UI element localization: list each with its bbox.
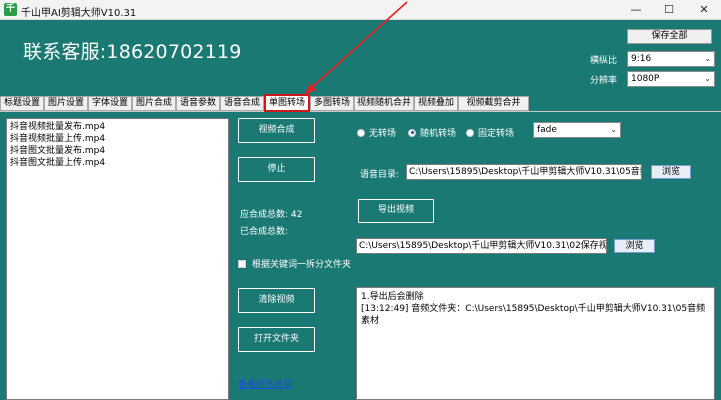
window-title: 千山甲AI剪辑大师V10.31 [21,8,137,19]
maximize-icon[interactable]: ☐ [653,0,685,20]
split-folder-label: 根据关键词一拆分文件夹 [252,260,352,270]
chevron-down-icon: ⌄ [704,74,711,83]
list-item[interactable]: 抖音图文批量发布.mp4 [10,145,225,157]
transition-effect-select[interactable]: fade ⌄ [533,122,621,138]
tab-voice-params[interactable]: 语音参数 [176,96,220,111]
aspect-ratio-select[interactable]: 9:16 ⌄ [627,51,715,67]
list-item[interactable]: 抖音视频批量上传.mp4 [10,133,225,145]
aspect-ratio-value: 9:16 [631,54,652,64]
customer-service-hotline: 联系客服:18620702119 [23,41,242,63]
resolution-value: 1080P [631,74,660,84]
tab-bar: 标题设置 图片设置 字体设置 图片合成 语音参数 语音合成 单图转场 多图转场 … [0,94,721,112]
radio-fixed-transition[interactable]: 固定转场 [466,126,514,139]
radio-label: 固定转场 [478,129,515,139]
resolution-select[interactable]: 1080P ⌄ [627,71,715,87]
aspect-ratio-label: 横纵比 [590,56,618,66]
tab-divider [0,111,721,112]
chevron-down-icon: ⌄ [704,54,711,63]
radio-selected-icon [408,128,416,137]
log-output[interactable]: 1.导出后会删除 [13:12:49] 音频文件夹：C:\Users\15895… [356,287,715,400]
transition-demo-link[interactable]: 查看转场示范 [238,377,292,390]
open-folder-button[interactable]: 打开文件夹 [238,327,315,352]
video-file-list[interactable]: 抖音视频批量发布.mp4 抖音视频批量上传.mp4 抖音图文批量发布.mp4 抖… [6,118,229,400]
log-line: 素材 [361,316,380,326]
total-to-compose: 应合成总数: 42 [240,210,303,220]
transition-effect-value: fade [537,125,557,135]
radio-circle-icon [466,128,474,137]
tab-single-image-transition[interactable]: 单图转场 [264,94,310,112]
title-bar: 千 千山甲AI剪辑大师V10.31 — ☐ ✕ [0,0,721,20]
total-composed: 已合成总数: [240,227,289,237]
chevron-down-icon: ⌄ [610,125,617,134]
checkbox-icon[interactable] [238,259,246,268]
tab-font-settings[interactable]: 字体设置 [88,96,132,111]
radio-no-transition[interactable]: 无转场 [357,126,396,139]
split-folder-checkbox[interactable]: 根据关键词一拆分文件夹 [238,257,351,270]
minimize-icon[interactable]: — [620,0,652,20]
list-item[interactable]: 抖音图文批量上传.mp4 [10,157,225,169]
list-item[interactable]: 抖音视频批量发布.mp4 [10,121,225,133]
tab-image-settings[interactable]: 图片设置 [44,96,88,111]
radio-random-transition[interactable]: 随机转场 [408,126,456,139]
log-line: 1.导出后会删除 [361,292,424,302]
tab-multi-image-transition[interactable]: 多图转场 [310,96,354,111]
stop-button[interactable]: 停止 [238,157,315,182]
export-video-button[interactable]: 导出视频 [358,199,434,223]
radio-label: 无转场 [369,129,397,139]
compose-video-button[interactable]: 视频合成 [238,118,315,143]
output-path-field[interactable]: C:\Users\15895\Desktop\千山甲剪辑大师V10.31\02保… [356,238,607,254]
voice-directory-field[interactable]: C:\Users\15895\Desktop\千山甲剪辑大师V10.31\05音… [406,164,642,180]
tab-image-compose[interactable]: 图片合成 [132,96,176,111]
browse-output-button[interactable]: 浏览 [614,239,655,253]
browse-voice-button[interactable]: 浏览 [651,165,691,179]
radio-label: 随机转场 [420,129,457,139]
voice-directory-label: 语音目录: [360,170,400,180]
tab-video-random-merge[interactable]: 视频随机合并 [354,96,414,111]
log-line: [13:12:49] 音频文件夹：C:\Users\15895\Desktop\… [361,304,706,314]
tab-voice-compose[interactable]: 语音合成 [220,96,264,111]
app-logo-icon: 千 [4,3,17,16]
tab-title-settings[interactable]: 标题设置 [0,96,44,111]
tab-video-overlay[interactable]: 视频叠加 [414,96,458,111]
clear-video-button[interactable]: 清除视频 [238,288,315,313]
save-all-button[interactable]: 保存全部 [627,29,712,44]
close-icon[interactable]: ✕ [688,0,720,20]
radio-circle-icon [357,128,365,137]
tab-video-cut-merge[interactable]: 视频截剪合并 [458,96,529,111]
resolution-label: 分辨率 [590,76,618,86]
